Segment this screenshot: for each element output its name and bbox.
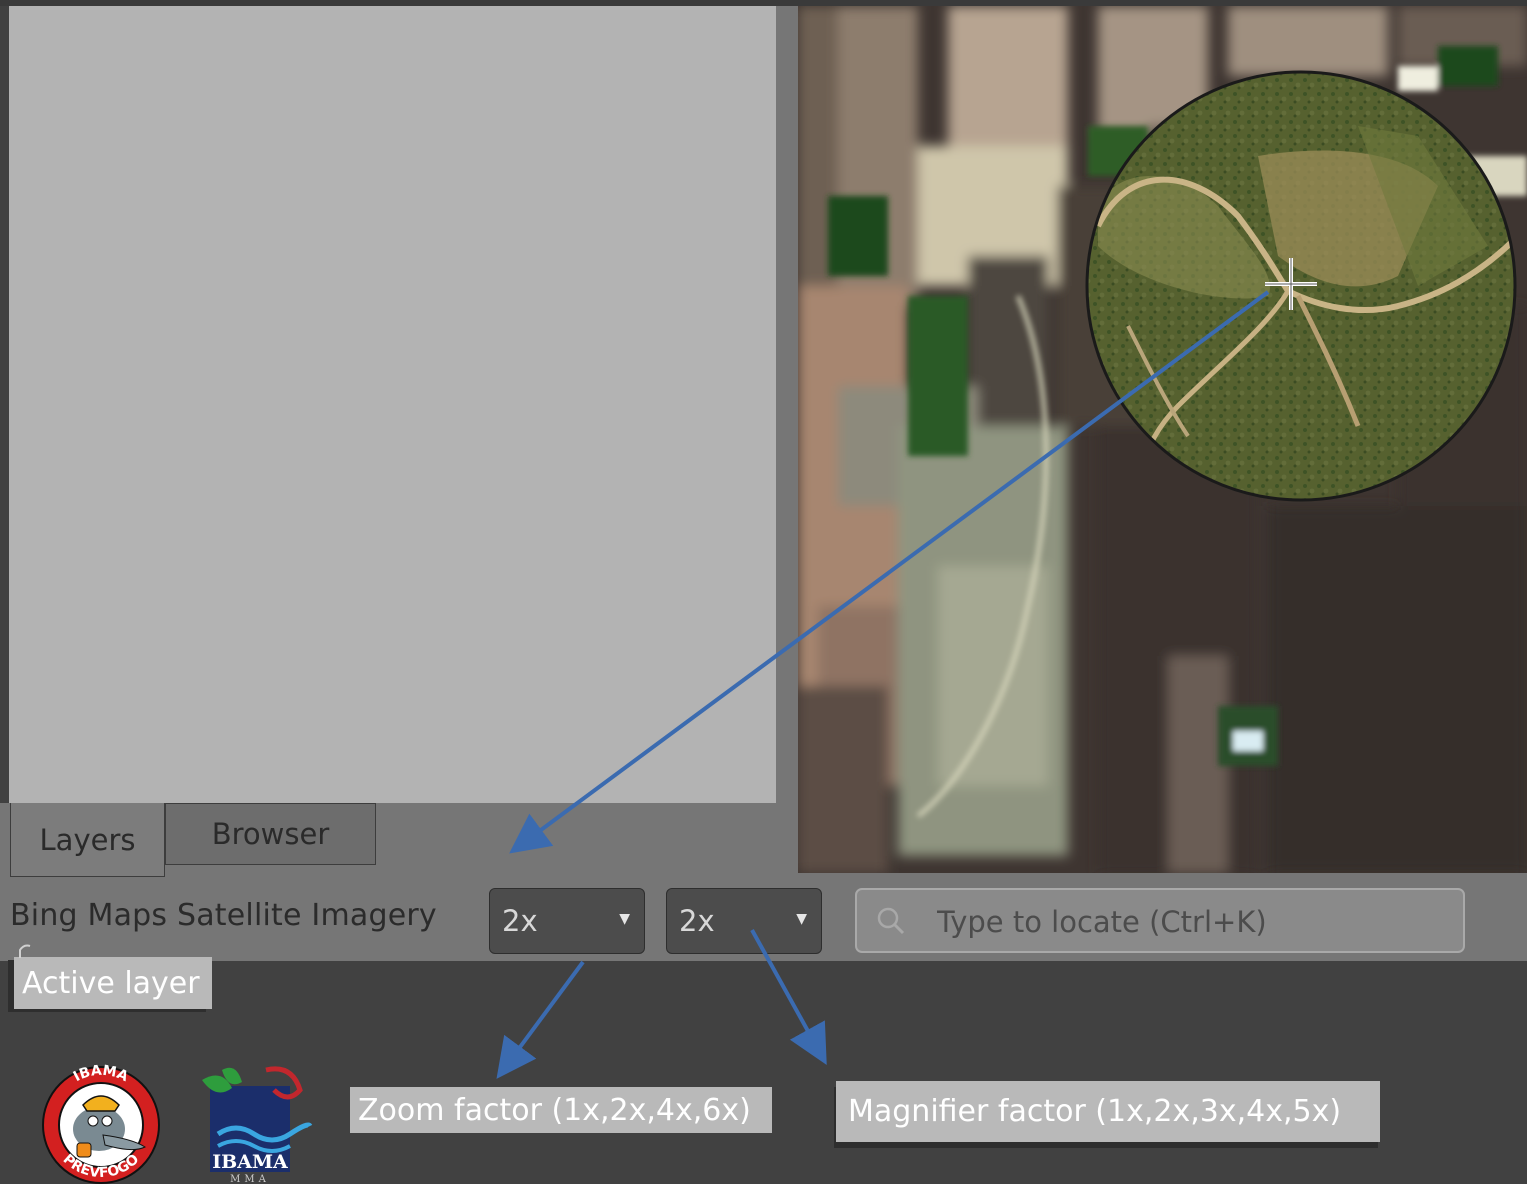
active-layer-name: Bing Maps Satellite Imagery <box>10 898 437 933</box>
active-layer-callout: Active layer <box>14 957 212 1009</box>
tab-layers-label: Layers <box>39 822 136 857</box>
tab-browser[interactable]: Browser <box>165 803 376 865</box>
layers-panel[interactable] <box>9 6 777 804</box>
map-canvas[interactable] <box>798 6 1527 873</box>
magnifier-factor-callout: Magnifier factor (1x,2x,3x,4x,5x) <box>836 1081 1380 1142</box>
ibama-text: IBAMA <box>212 1151 288 1173</box>
locator-input[interactable] <box>935 898 1449 946</box>
magnifier-factor-combo[interactable]: 2x ▼ <box>666 888 822 954</box>
zoom-factor-value: 2x <box>502 904 538 938</box>
chevron-down-icon: ▼ <box>619 911 630 927</box>
ibama-subtext: MMA <box>230 1174 270 1184</box>
ibama-logo: IBAMA MMA <box>202 1066 313 1184</box>
magnifier-factor-value: 2x <box>679 904 715 938</box>
tab-layers[interactable]: Layers <box>10 803 165 877</box>
arrow-zoom-combo-to-label <box>496 960 585 1079</box>
zoom-factor-callout: Zoom factor (1x,2x,4x,6x) <box>350 1087 772 1133</box>
search-icon <box>877 907 905 935</box>
prevfogo-logo: IBAMA PREVFOGO <box>42 1063 160 1184</box>
satellite-imagery <box>798 6 1527 873</box>
panel-splitter[interactable] <box>776 6 798 961</box>
chevron-down-icon: ▼ <box>796 911 807 927</box>
locator-bar[interactable] <box>855 888 1465 953</box>
zoom-factor-combo[interactable]: 2x ▼ <box>489 888 645 954</box>
tab-browser-label: Browser <box>211 817 330 851</box>
